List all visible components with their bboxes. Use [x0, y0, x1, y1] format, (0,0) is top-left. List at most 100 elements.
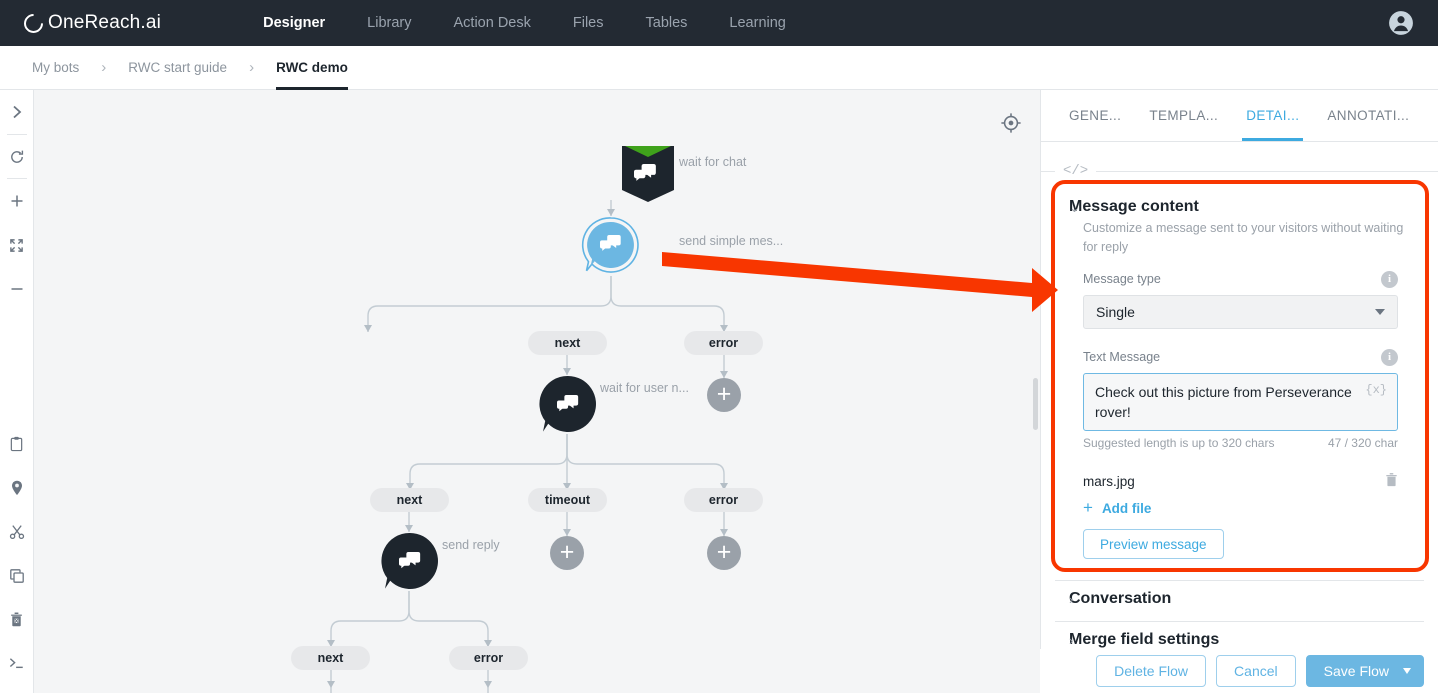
divider	[1055, 621, 1424, 622]
length-hint: Suggested length is up to 320 chars	[1083, 436, 1275, 451]
message-type-label: Message type	[1083, 272, 1161, 286]
char-counter: 47 / 320 char	[1327, 436, 1398, 451]
add-file-label: Add file	[1101, 500, 1152, 516]
nav-item-learning[interactable]: Learning	[708, 15, 806, 31]
info-icon[interactable]: i	[1381, 270, 1398, 288]
text-message-input[interactable]: Check out this picture from Perseverance…	[1083, 372, 1398, 432]
user-avatar-icon[interactable]	[1388, 10, 1414, 36]
branch-pill-next[interactable]: next	[291, 646, 370, 670]
flow-node-label: send reply	[442, 538, 500, 552]
flow-node-label: wait for user n...	[600, 381, 689, 395]
branch-pill-error[interactable]: error	[449, 646, 528, 670]
merge-field-icon[interactable]: {x}	[1365, 382, 1387, 399]
main-nav-links: Designer Library Action Desk Files Table…	[242, 15, 807, 31]
clipboard-icon[interactable]	[0, 423, 34, 467]
code-view-row: </>	[1041, 161, 1438, 181]
delete-icon[interactable]	[0, 598, 34, 642]
flow-canvas[interactable]: wait for chat send simple mes... next er…	[34, 90, 1040, 693]
nav-item-action-desk[interactable]: Action Desk	[433, 15, 552, 31]
pin-icon[interactable]	[0, 466, 34, 510]
branch-pill-next[interactable]: next	[528, 331, 607, 355]
canvas-vertical-scrollbar[interactable]	[1033, 378, 1038, 430]
code-icon[interactable]: </>	[1055, 163, 1096, 179]
flow-node-send-reply[interactable]	[381, 532, 438, 589]
plus-icon: +	[1083, 498, 1093, 518]
nav-item-library[interactable]: Library	[346, 15, 432, 31]
chevron-down-icon[interactable]: ⌄	[1069, 200, 1080, 216]
merge-field-settings-section[interactable]: › Merge field settings	[1041, 631, 1438, 649]
breadcrumb-separator: ›	[249, 59, 255, 76]
details-panel: GENE... TEMPLA... DETAI... ANNOTATI... <…	[1040, 90, 1438, 693]
tab-templates[interactable]: TEMPLA...	[1135, 90, 1232, 141]
breadcrumb: My bots › RWC start guide › RWC demo	[0, 46, 1438, 90]
flow-node-wait-for-user[interactable]	[539, 375, 596, 432]
divider	[1096, 170, 1438, 172]
preview-message-label: Preview message	[1100, 536, 1207, 552]
app-logo[interactable]: OneReach.ai	[20, 9, 162, 37]
flow-edges	[327, 200, 728, 693]
tab-general[interactable]: GENE...	[1055, 90, 1135, 141]
branch-pill-error[interactable]: error	[684, 331, 763, 355]
panel-footer: Delete Flow Cancel Save Flow	[1040, 649, 1438, 693]
chevron-right-icon[interactable]: ›	[1069, 633, 1073, 648]
nav-item-tables[interactable]: Tables	[625, 15, 709, 31]
left-toolbar	[0, 90, 34, 693]
add-node-button[interactable]: +	[707, 378, 741, 412]
breadcrumb-separator: ›	[101, 59, 107, 76]
add-node-button[interactable]: +	[550, 536, 584, 570]
chevron-right-icon[interactable]: ›	[1069, 592, 1073, 607]
tab-details[interactable]: DETAI...	[1232, 90, 1313, 141]
panel-tabs: GENE... TEMPLA... DETAI... ANNOTATI...	[1041, 90, 1438, 142]
section-title-merge-field-settings: Merge field settings	[1069, 631, 1220, 648]
message-type-select[interactable]: Single	[1083, 294, 1398, 329]
length-hint-row: Suggested length is up to 320 chars 47 /…	[1083, 436, 1398, 450]
delete-flow-button[interactable]: Delete Flow	[1096, 655, 1207, 687]
branch-pill-error[interactable]: error	[684, 488, 763, 512]
expand-panel-icon[interactable]	[0, 90, 34, 134]
breadcrumb-item-my-bots[interactable]: My bots	[32, 46, 79, 90]
divider	[1041, 170, 1055, 172]
branch-pill-next[interactable]: next	[370, 488, 449, 512]
section-title-message-content: Message content	[1069, 198, 1199, 215]
text-message-label-row: Text Message i	[1083, 348, 1398, 366]
cancel-button[interactable]: Cancel	[1216, 655, 1296, 687]
text-message-label: Text Message	[1083, 350, 1161, 364]
trash-icon[interactable]	[1385, 472, 1398, 490]
console-icon[interactable]	[0, 641, 34, 685]
nav-item-files[interactable]: Files	[552, 15, 625, 31]
message-content-section: ⌄ Message content Customize a message se…	[1041, 198, 1438, 560]
copy-icon[interactable]	[0, 554, 34, 598]
logo-text: OneReach.ai	[48, 12, 162, 33]
divider	[1055, 580, 1424, 581]
flow-node-send-simple-message[interactable]	[581, 217, 639, 273]
breadcrumb-item-rwc-start-guide[interactable]: RWC start guide	[128, 46, 227, 90]
reset-icon[interactable]	[0, 135, 34, 179]
top-navigation-bar: OneReach.ai Designer Library Action Desk…	[0, 0, 1438, 46]
message-type-label-row: Message type i	[1083, 270, 1398, 288]
zoom-in-icon[interactable]	[0, 179, 34, 223]
section-description: Customize a message sent to your visitor…	[1083, 221, 1404, 254]
breadcrumb-item-rwc-demo[interactable]: RWC demo	[276, 46, 348, 90]
nav-item-designer[interactable]: Designer	[242, 15, 346, 31]
info-icon[interactable]: i	[1381, 348, 1398, 366]
message-type-value: Single	[1096, 303, 1135, 320]
chevron-down-icon[interactable]	[1403, 668, 1411, 674]
cut-icon[interactable]	[0, 510, 34, 554]
preview-message-button[interactable]: Preview message	[1083, 529, 1224, 560]
highlight-annotation-arrow	[662, 252, 1058, 312]
flow-node-label: send simple mes...	[679, 234, 784, 248]
flow-node-label: wait for chat	[679, 155, 747, 169]
logo-mark-icon	[20, 9, 47, 37]
text-message-value: Check out this picture from Perseverance…	[1095, 383, 1352, 420]
flow-node-wait-for-chat[interactable]	[622, 144, 674, 202]
conversation-section[interactable]: › Conversation	[1041, 590, 1438, 608]
zoom-out-icon[interactable]	[0, 267, 34, 311]
tab-annotations[interactable]: ANNOTATI...	[1313, 90, 1423, 141]
save-flow-label: Save Flow	[1323, 663, 1389, 679]
branch-pill-timeout[interactable]: timeout	[528, 488, 607, 512]
file-name: mars.jpg	[1083, 473, 1135, 489]
add-file-button[interactable]: + Add file	[1083, 498, 1398, 518]
add-node-button[interactable]: +	[707, 536, 741, 570]
save-flow-button[interactable]: Save Flow	[1305, 655, 1424, 687]
fit-screen-icon[interactable]	[0, 223, 34, 267]
